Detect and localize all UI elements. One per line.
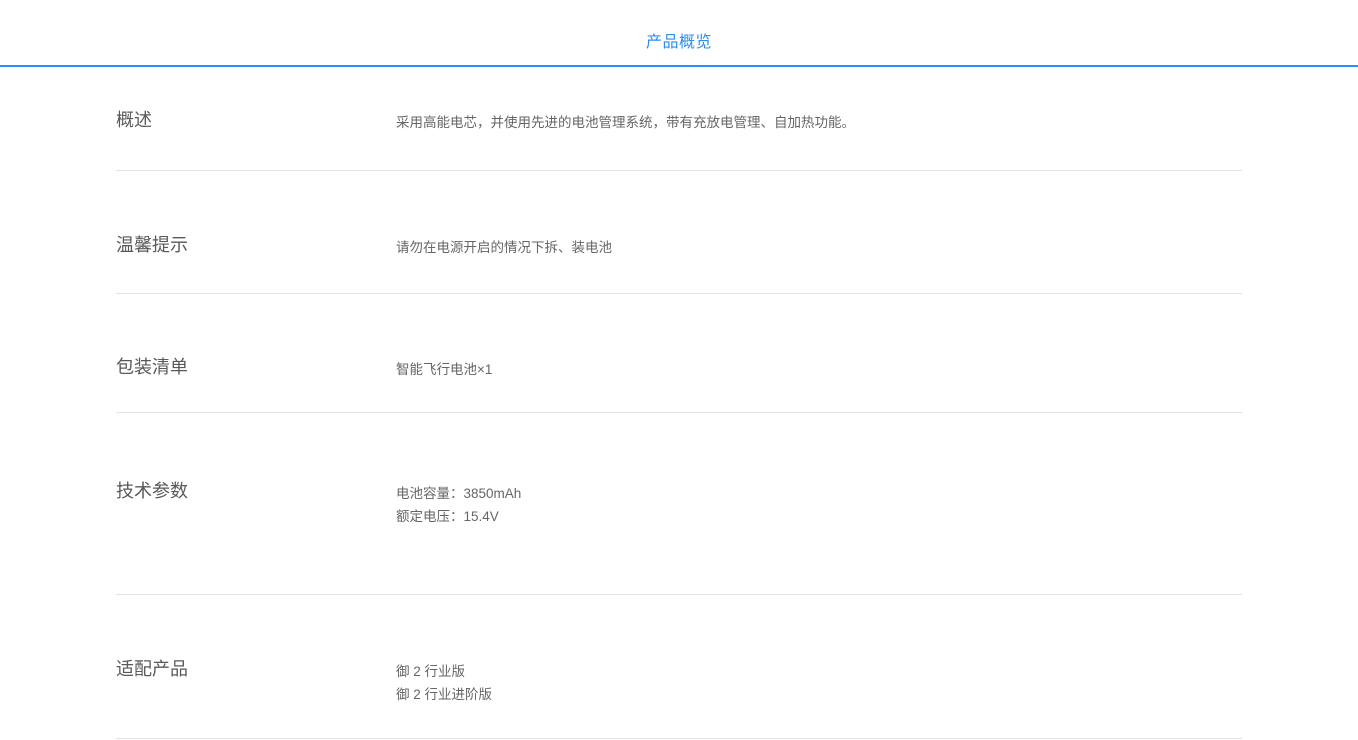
- spec-row-line: 智能飞行电池×1: [396, 358, 1242, 381]
- spec-row-content: 电池容量：3850mAh 额定电压：15.4V: [396, 479, 1242, 594]
- spec-row-label: 包装清单: [116, 355, 396, 412]
- spec-row-label: 适配产品: [116, 657, 396, 738]
- spec-row-compatible-products: 适配产品 御 2 行业版 御 2 行业进阶版: [116, 595, 1242, 739]
- spec-row-content: 采用高能电芯，并使用先进的电池管理系统，带有充放电管理、自加热功能。: [396, 108, 1242, 170]
- spec-row-line: 电池容量：3850mAh: [396, 482, 1242, 505]
- spec-row-tips: 温馨提示 请勿在电源开启的情况下拆、装电池: [116, 171, 1242, 294]
- spec-row-line: 采用高能电芯，并使用先进的电池管理系统，带有充放电管理、自加热功能。: [396, 111, 1242, 134]
- spec-row-content: 请勿在电源开启的情况下拆、装电池: [396, 233, 1242, 293]
- spec-row-label: 概述: [116, 108, 396, 170]
- tab-product-overview[interactable]: 产品概览: [646, 28, 712, 52]
- spec-row-tech-specs: 技术参数 电池容量：3850mAh 额定电压：15.4V: [116, 413, 1242, 595]
- spec-row-label: 技术参数: [116, 479, 396, 594]
- spec-row-line: 请勿在电源开启的情况下拆、装电池: [396, 236, 1242, 259]
- spec-table: 概述 采用高能电芯，并使用先进的电池管理系统，带有充放电管理、自加热功能。 温馨…: [116, 67, 1242, 739]
- spec-row-package-list: 包装清单 智能飞行电池×1: [116, 294, 1242, 413]
- spec-row-overview: 概述 采用高能电芯，并使用先进的电池管理系统，带有充放电管理、自加热功能。: [116, 67, 1242, 171]
- spec-row-content: 御 2 行业版 御 2 行业进阶版: [396, 657, 1242, 738]
- tabs-header: 产品概览: [0, 0, 1358, 67]
- spec-row-line: 御 2 行业进阶版: [396, 683, 1242, 706]
- spec-row-line: 御 2 行业版: [396, 660, 1242, 683]
- spec-row-label: 温馨提示: [116, 233, 396, 293]
- spec-row-content: 智能飞行电池×1: [396, 355, 1242, 412]
- spec-row-line: 额定电压：15.4V: [396, 505, 1242, 528]
